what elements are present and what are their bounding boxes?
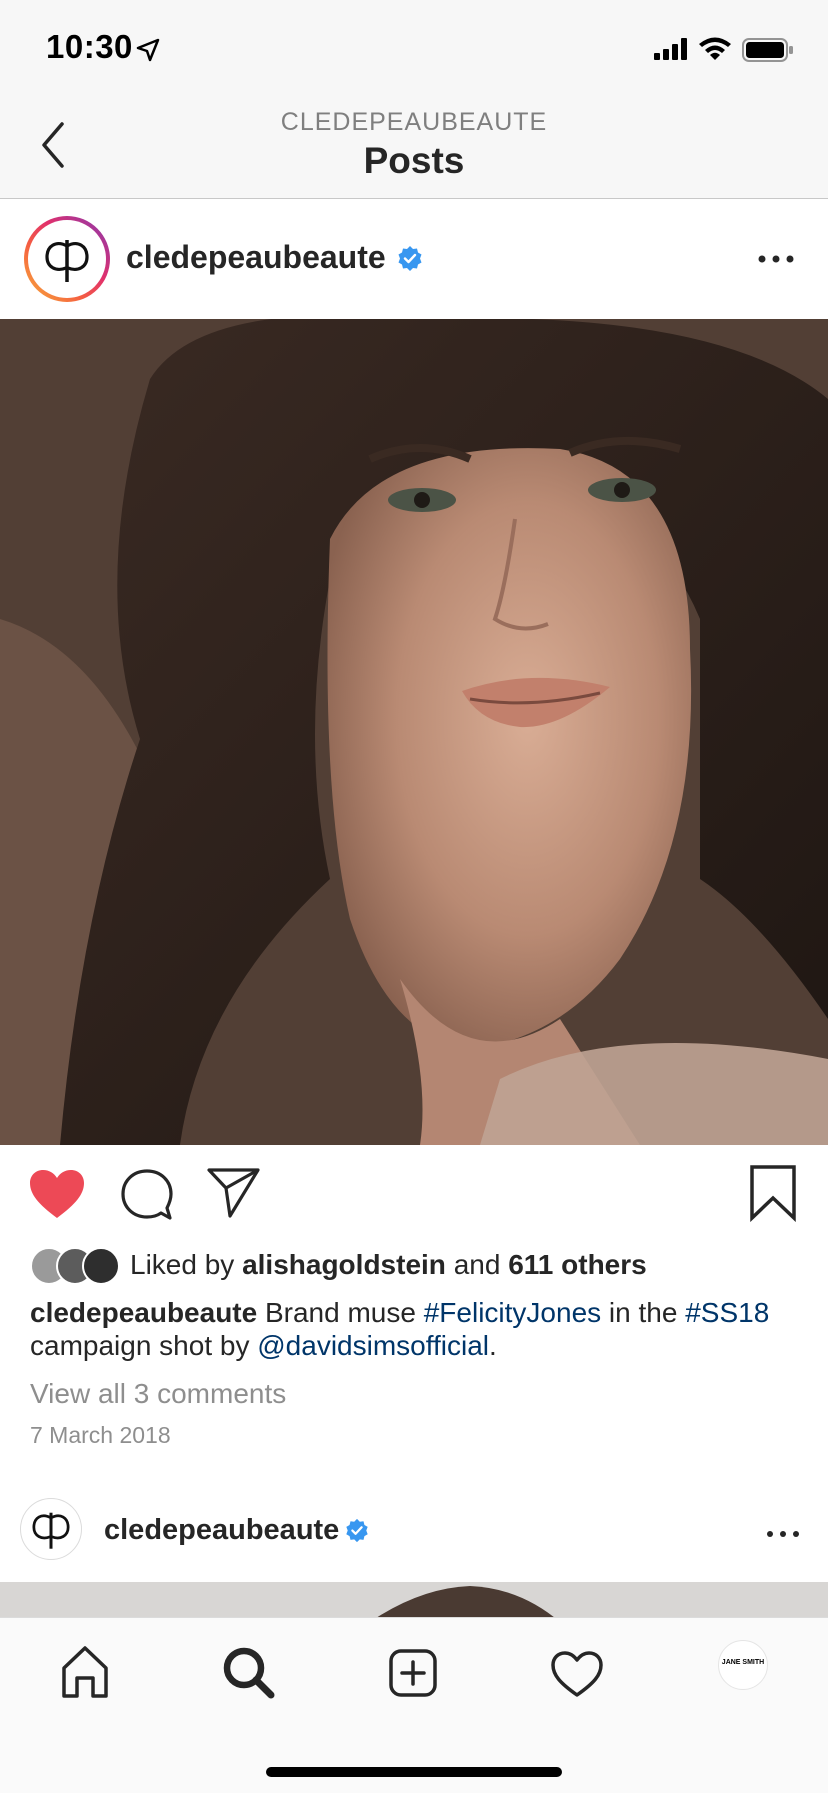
view-all-comments-link[interactable]: View all 3 comments: [30, 1378, 286, 1410]
avatar[interactable]: [24, 216, 110, 302]
post-date: 7 March 2018: [30, 1422, 171, 1448]
verified-badge-icon: [398, 246, 422, 271]
likes-others-count[interactable]: 611 others: [508, 1249, 647, 1280]
mention-link[interactable]: @davidsimsofficial: [257, 1330, 489, 1361]
post-image[interactable]: [0, 319, 828, 1145]
likes-text: Liked by alishagoldstein and 611 others: [130, 1249, 647, 1281]
wifi-icon: [699, 37, 731, 60]
portrait-photo: [370, 1586, 560, 1622]
new-post-tab-icon[interactable]: [378, 1638, 448, 1708]
like-button-heart-icon[interactable]: [28, 1168, 86, 1220]
post-header: cledepeaubeaute: [0, 199, 828, 319]
portrait-photo: [0, 319, 828, 1145]
post-caption: cledepeaubeaute Brand muse #FelicityJone…: [30, 1296, 810, 1362]
status-time: 10:30: [46, 28, 133, 65]
search-tab-icon[interactable]: [214, 1638, 284, 1708]
profile-tab-label: JANE SMITH: [721, 1659, 765, 1666]
post-username[interactable]: cledepeaubeaute: [126, 239, 386, 276]
cellular-signal-icon: [654, 38, 687, 60]
location-arrow-icon: [136, 38, 160, 62]
post-image[interactable]: [0, 1582, 828, 1622]
likes-conjunction: and: [453, 1249, 501, 1280]
activity-heart-tab-icon[interactable]: [542, 1638, 612, 1708]
brand-logo-icon: [45, 240, 89, 282]
post-username[interactable]: cledepeaubeaute: [104, 1514, 339, 1547]
verified-badge-icon: [346, 1518, 368, 1543]
brand-logo-icon: [32, 1512, 70, 1549]
hashtag-link[interactable]: #SS18: [685, 1297, 769, 1328]
hashtag-link[interactable]: #FelicityJones: [424, 1297, 601, 1328]
more-options-icon[interactable]: [756, 249, 796, 269]
caption-text: campaign shot by: [30, 1330, 250, 1361]
comment-button-icon[interactable]: [120, 1168, 174, 1222]
avatar[interactable]: [20, 1498, 82, 1560]
home-indicator[interactable]: [266, 1767, 562, 1777]
caption-end: .: [489, 1330, 497, 1361]
post-actions: [0, 1146, 828, 1246]
nav-bar: CLEDEPEAUBEAUTE Posts: [0, 92, 828, 199]
liker-avatars: [30, 1247, 120, 1285]
save-bookmark-icon[interactable]: [748, 1164, 798, 1222]
page-title: Posts: [363, 140, 465, 181]
liker-username[interactable]: alishagoldstein: [242, 1249, 446, 1280]
profile-tab-avatar[interactable]: JANE SMITH: [718, 1640, 768, 1690]
status-bar: 10:30: [0, 0, 828, 92]
home-tab-icon[interactable]: [50, 1638, 120, 1708]
caption-text: Brand muse: [264, 1297, 416, 1328]
caption-username[interactable]: cledepeaubeaute: [30, 1297, 257, 1328]
more-options-icon[interactable]: [766, 1526, 800, 1542]
likes-row[interactable]: Liked by alishagoldstein and 611 others: [30, 1245, 810, 1285]
nav-subtitle: CLEDEPEAUBEAUTE: [280, 108, 548, 136]
likes-prefix: Liked by: [130, 1249, 235, 1280]
share-button-icon[interactable]: [206, 1166, 262, 1220]
liker-avatar: [82, 1247, 120, 1285]
post-header: cledepeaubeaute: [0, 1490, 828, 1582]
battery-icon: [742, 38, 793, 62]
caption-text: in the: [608, 1297, 678, 1328]
